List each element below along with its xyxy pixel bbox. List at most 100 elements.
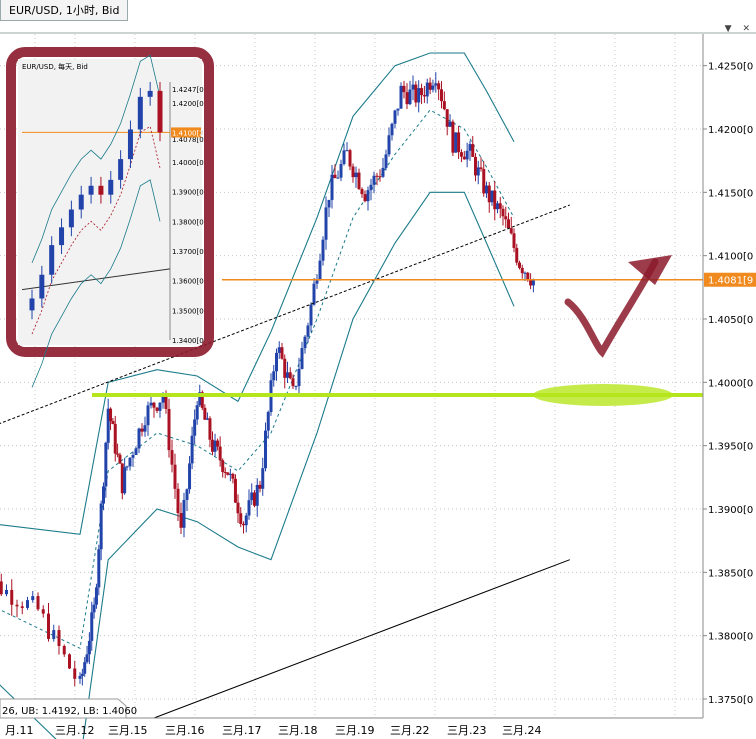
candle-body (253, 492, 256, 506)
candle-body (507, 219, 510, 229)
candle-body (523, 272, 527, 274)
inset-candle-body (127, 129, 133, 160)
candle-body (445, 109, 449, 127)
candle-body (90, 612, 94, 641)
candle-body (167, 408, 171, 451)
candle-body (440, 89, 443, 102)
candle-body (137, 428, 141, 449)
candle-body (330, 174, 334, 200)
candle-body (454, 132, 458, 153)
candle-body (31, 596, 35, 601)
candle-body (297, 368, 301, 387)
candle-body (68, 654, 71, 669)
candle-body (474, 156, 477, 176)
candle-body (399, 85, 403, 109)
x-tick-label: 三月.18 (278, 724, 318, 737)
time-axis[interactable]: 月.11 三月.12 三月.15 三月.16 三月.17 三月.18 三月.19 三月.22 三… (0, 698, 703, 737)
candle-body (125, 466, 129, 468)
x-tick-label: 三月.15 (108, 724, 148, 737)
candle-body (366, 190, 370, 202)
inset-y-label: 1.3900[0 (172, 189, 204, 197)
candle-body (128, 457, 132, 467)
candle-body (80, 673, 84, 676)
candle-body (405, 92, 409, 105)
price-axis[interactable]: 1.4250[0 1.4200[0 1.4150[0 1.4100[0 1.4050[0… (702, 34, 756, 718)
inset-y-label: 1.4247[0 (172, 86, 204, 94)
candle-body (173, 464, 177, 489)
inset-candle-body (88, 185, 94, 195)
inset-candle-body (68, 209, 74, 228)
candle-body (275, 352, 278, 372)
window-buttons[interactable]: ▼ ✕ (725, 24, 754, 34)
annotations (564, 255, 672, 358)
solid-trendline[interactable] (153, 559, 570, 719)
candle-body (408, 89, 412, 105)
candle-body (490, 190, 494, 203)
candle-body (471, 144, 475, 157)
candle-body (476, 167, 480, 176)
x-tick-label: 月.11 (5, 724, 34, 737)
inset-candle-body (49, 245, 55, 275)
price-chart[interactable]: 1.4250[0 1.4200[0 1.4150[0 1.4100[0 1.4050[0… (0, 0, 756, 739)
candle-body (465, 150, 469, 160)
x-tick-label: 三月.22 (390, 724, 430, 737)
candle-body (94, 587, 98, 605)
candle-body (41, 609, 45, 614)
candle-body (318, 260, 322, 280)
inset-candle-body (147, 90, 153, 97)
candle-body (176, 488, 180, 514)
inset-candle-body (59, 227, 65, 246)
candle-body (345, 150, 349, 152)
candle-body (0, 581, 3, 595)
candle-body (300, 348, 304, 369)
candle-body (221, 460, 225, 473)
candle-body (188, 463, 192, 490)
daily-inset-chart: EUR/USD, 每天, Bid 1.4247[0 1.4200[0 1.4100[2… (6, 47, 214, 388)
x-tick-label: 三月.16 (165, 724, 205, 737)
candle-body (109, 408, 113, 422)
candle-body (161, 396, 165, 403)
candle-body (182, 499, 186, 528)
inset-y-label: 1.3800[0 (172, 218, 204, 226)
inset-y-label: 1.3600[0 (172, 278, 204, 286)
candle-body (351, 166, 355, 178)
candle-body (104, 442, 108, 487)
chart-tab[interactable]: EUR/USD, 1小时, Bid (0, 0, 129, 21)
inset-price-label: 1.4100[2 (172, 129, 204, 137)
candle-body (236, 502, 240, 514)
status-overlay-text: 26, UB: 1.4192, LB: 1.4060 (2, 706, 137, 717)
candle-body (306, 325, 310, 337)
y-tick-label: 1.4200[0 (708, 125, 753, 136)
candle-body (47, 613, 50, 639)
candle-body (348, 150, 352, 167)
candle-body (414, 84, 418, 103)
y-tick-label: 1.3750[0 (708, 695, 753, 706)
candle-body (342, 150, 346, 165)
candle-body (357, 172, 361, 190)
candle-body (493, 190, 497, 210)
support-highlight (533, 384, 673, 406)
candle-body (378, 176, 382, 178)
candle-body (515, 247, 519, 263)
inset-candle-body (39, 274, 45, 299)
candle-body (277, 347, 281, 353)
inset-candle-body (137, 96, 143, 130)
candle-body (291, 378, 295, 387)
candle-body (393, 110, 397, 124)
inset-candle-body (29, 298, 35, 311)
candle-body (140, 428, 144, 432)
candle-body (487, 185, 491, 203)
y-tick-label: 1.4100[0 (708, 252, 753, 263)
candle-body (431, 85, 435, 90)
candle-body (78, 675, 82, 679)
candle-body (152, 402, 156, 408)
inset-candle-body (98, 185, 104, 195)
inset-y-label: 1.4000[0 (172, 159, 204, 167)
candle-body (372, 175, 376, 185)
candle-body (363, 194, 367, 202)
candle-body (143, 425, 147, 432)
candle-body (179, 513, 183, 528)
hand-arrow (564, 258, 659, 358)
candle-body (520, 267, 524, 274)
y-tick-label: 1.4050[0 (708, 315, 753, 326)
